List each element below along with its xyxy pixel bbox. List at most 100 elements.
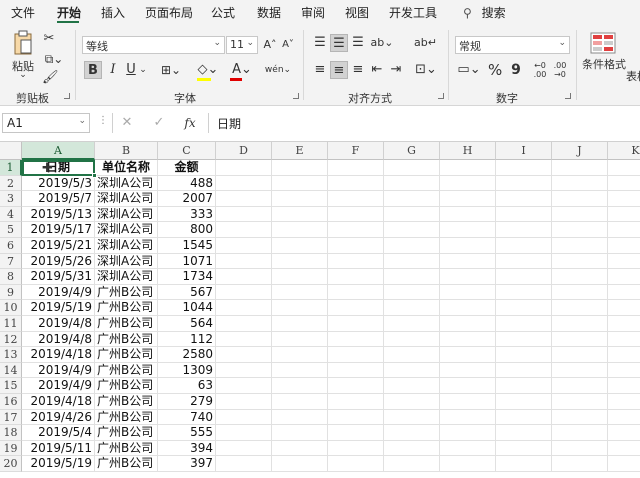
empty-cell[interactable] bbox=[384, 409, 440, 426]
empty-cell[interactable] bbox=[608, 363, 640, 379]
empty-cell[interactable] bbox=[384, 253, 440, 270]
enter-icon[interactable]: ✓ bbox=[152, 114, 166, 132]
amount-cell[interactable]: 567 bbox=[158, 284, 216, 301]
empty-cell[interactable] bbox=[440, 362, 496, 379]
company-cell[interactable]: 深圳A公司 bbox=[95, 222, 158, 238]
worksheet-grid[interactable]: ABCDEFGHIJK 1 日期 单位名称 金额 2 2019/5/3 深圳A公司 488 3 2… bbox=[0, 141, 640, 478]
amount-cell[interactable]: 564 bbox=[158, 316, 216, 332]
company-cell[interactable]: 深圳A公司 bbox=[95, 191, 158, 207]
empty-cell[interactable] bbox=[216, 191, 272, 207]
empty-cell[interactable] bbox=[552, 409, 608, 426]
empty-cell[interactable] bbox=[496, 362, 552, 379]
align-left-icon[interactable]: ≡ bbox=[312, 61, 328, 79]
empty-cell[interactable] bbox=[216, 269, 272, 285]
conditional-format-button[interactable] bbox=[588, 32, 618, 57]
amount-cell[interactable]: 488 bbox=[158, 175, 216, 192]
empty-cell[interactable] bbox=[552, 394, 608, 410]
orientation-icon[interactable]: ab⌄ bbox=[370, 34, 394, 52]
empty-cell[interactable] bbox=[496, 284, 552, 301]
empty-cell[interactable] bbox=[272, 191, 328, 207]
empty-cell[interactable] bbox=[384, 269, 440, 285]
empty-cell[interactable] bbox=[608, 394, 640, 410]
empty-cell[interactable] bbox=[440, 347, 496, 363]
empty-cell[interactable] bbox=[216, 300, 272, 316]
company-cell[interactable]: 深圳A公司 bbox=[95, 269, 158, 285]
align-top-icon[interactable]: ☰ bbox=[312, 34, 328, 52]
increase-decimal-button[interactable]: ←0 .00 bbox=[532, 61, 548, 79]
empty-cell[interactable] bbox=[496, 300, 552, 316]
amount-cell[interactable]: 1545 bbox=[158, 238, 216, 254]
empty-cell[interactable] bbox=[272, 300, 328, 316]
tab-view[interactable]: 视图 bbox=[345, 4, 369, 21]
bold-button[interactable]: B bbox=[84, 61, 102, 79]
company-cell[interactable]: 广州B公司 bbox=[95, 394, 158, 410]
empty-cell[interactable] bbox=[384, 394, 440, 410]
empty-cell[interactable] bbox=[496, 191, 552, 207]
empty-cell[interactable] bbox=[552, 440, 608, 457]
empty-cell[interactable] bbox=[384, 160, 440, 176]
empty-cell[interactable] bbox=[496, 206, 552, 223]
phonetic-icon[interactable]: wén⌄ bbox=[263, 61, 293, 79]
empty-cell[interactable] bbox=[384, 191, 440, 207]
empty-cell[interactable] bbox=[552, 191, 608, 207]
row-header[interactable]: 10 bbox=[0, 300, 22, 316]
empty-cell[interactable] bbox=[552, 378, 608, 394]
align-bottom-icon[interactable]: ☰ bbox=[350, 34, 366, 52]
date-cell[interactable]: 2019/5/11 bbox=[22, 440, 95, 457]
empty-cell[interactable] bbox=[216, 175, 272, 192]
cut-icon[interactable]: ✂ bbox=[42, 30, 56, 48]
empty-cell[interactable] bbox=[608, 160, 640, 176]
company-cell[interactable]: 广州B公司 bbox=[95, 284, 158, 301]
empty-cell[interactable] bbox=[552, 253, 608, 270]
row-header[interactable]: 2 bbox=[0, 175, 22, 192]
empty-cell[interactable] bbox=[328, 284, 384, 301]
empty-cell[interactable] bbox=[384, 425, 440, 441]
empty-cell[interactable] bbox=[272, 284, 328, 301]
tab-review[interactable]: 审阅 bbox=[301, 4, 325, 21]
align-middle-icon[interactable]: ☰ bbox=[330, 34, 348, 52]
empty-cell[interactable] bbox=[328, 409, 384, 426]
empty-cell[interactable] bbox=[552, 238, 608, 254]
empty-cell[interactable] bbox=[328, 238, 384, 254]
fill-handle[interactable] bbox=[92, 173, 97, 178]
empty-cell[interactable] bbox=[216, 394, 272, 410]
date-cell[interactable]: 2019/4/9 bbox=[22, 284, 95, 301]
merge-center-icon[interactable]: ⊡⌄ bbox=[413, 61, 439, 79]
date-cell[interactable]: 2019/4/18 bbox=[22, 394, 95, 410]
empty-cell[interactable] bbox=[496, 160, 552, 176]
company-cell[interactable]: 广州B公司 bbox=[95, 316, 158, 332]
empty-cell[interactable] bbox=[608, 254, 640, 270]
empty-cell[interactable] bbox=[496, 331, 552, 348]
empty-cell[interactable] bbox=[272, 160, 328, 176]
empty-cell[interactable] bbox=[608, 238, 640, 254]
empty-cell[interactable] bbox=[440, 300, 496, 316]
empty-cell[interactable] bbox=[328, 456, 384, 472]
empty-cell[interactable] bbox=[272, 409, 328, 426]
decrease-font-icon[interactable]: A˅ bbox=[280, 36, 296, 54]
empty-cell[interactable] bbox=[384, 347, 440, 363]
company-cell[interactable]: 广州B公司 bbox=[95, 425, 158, 441]
select-all-corner[interactable] bbox=[0, 142, 22, 160]
empty-cell[interactable] bbox=[552, 331, 608, 348]
empty-cell[interactable] bbox=[440, 191, 496, 207]
alignment-launcher-icon[interactable] bbox=[438, 93, 444, 99]
empty-cell[interactable] bbox=[216, 425, 272, 441]
amount-cell[interactable]: 1734 bbox=[158, 269, 216, 285]
empty-cell[interactable] bbox=[496, 394, 552, 410]
empty-cell[interactable] bbox=[440, 206, 496, 223]
company-cell[interactable]: 广州B公司 bbox=[95, 300, 158, 316]
font-name-combo[interactable]: 等线 ⌄ bbox=[82, 36, 225, 54]
company-cell[interactable]: 广州B公司 bbox=[95, 409, 158, 426]
search-box[interactable]: ⚲ 搜索 bbox=[463, 4, 506, 21]
borders-icon[interactable]: ⊞⌄ bbox=[158, 61, 184, 79]
empty-cell[interactable] bbox=[272, 253, 328, 270]
decrease-decimal-button[interactable]: .00 →0 bbox=[552, 61, 568, 79]
row-header[interactable]: 17 bbox=[0, 409, 22, 426]
empty-cell[interactable] bbox=[608, 176, 640, 192]
empty-cell[interactable] bbox=[272, 425, 328, 441]
empty-cell[interactable] bbox=[272, 347, 328, 363]
name-box[interactable]: A1 ⌄ bbox=[2, 113, 90, 133]
currency-icon[interactable]: ▭⌄ bbox=[456, 61, 482, 79]
empty-cell[interactable] bbox=[496, 347, 552, 363]
empty-cell[interactable] bbox=[552, 300, 608, 316]
